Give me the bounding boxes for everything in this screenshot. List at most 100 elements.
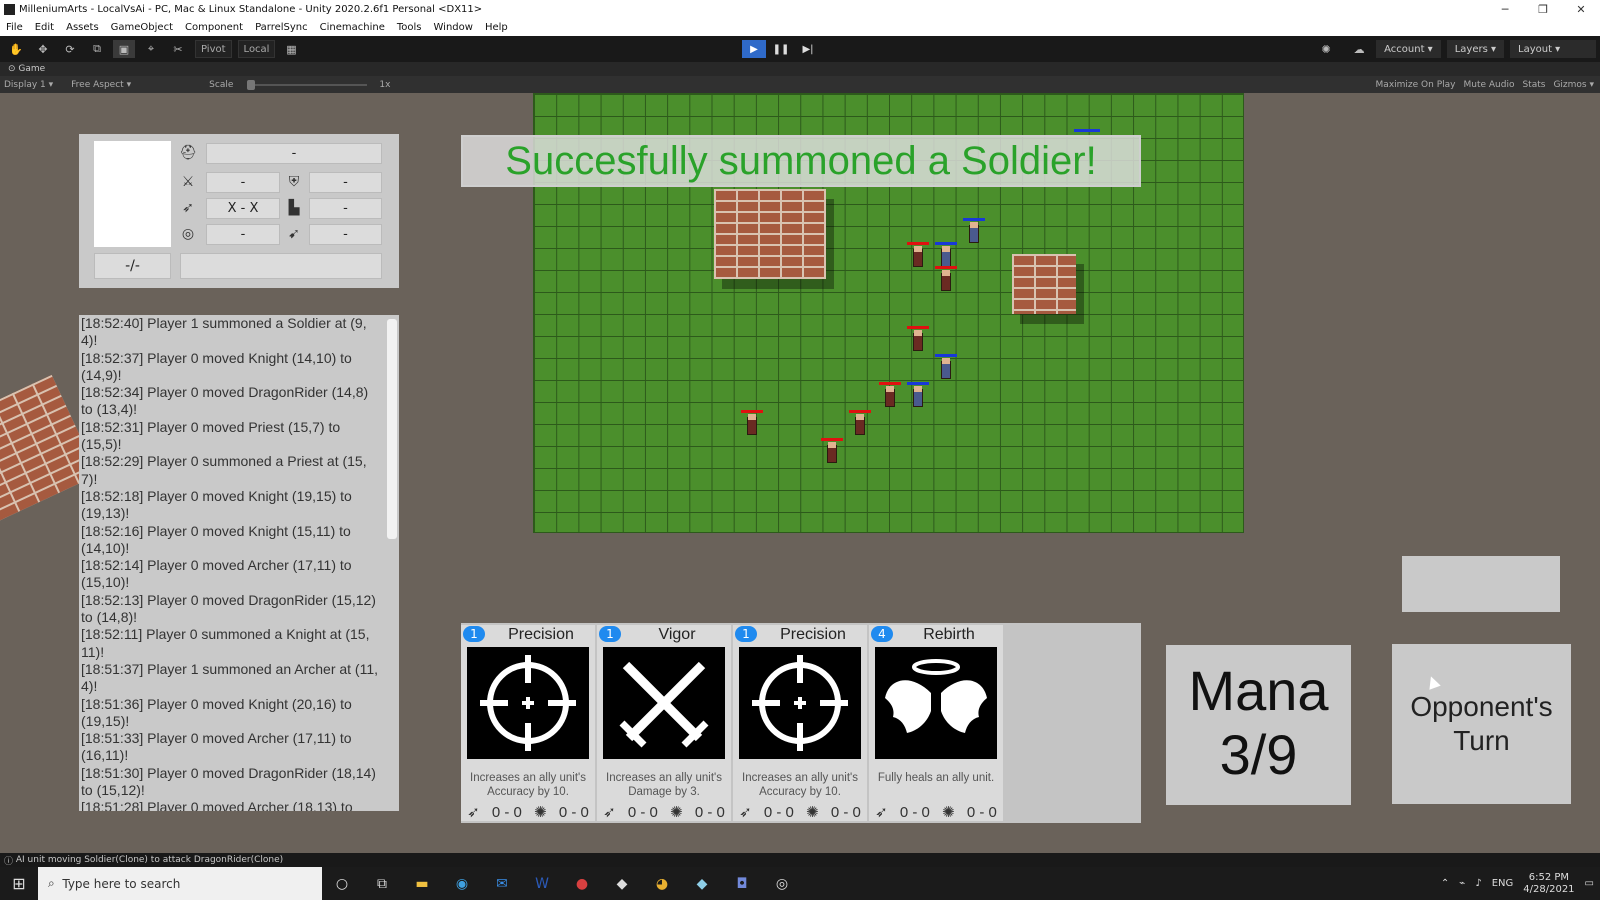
- maximize-button[interactable]: ❐: [1524, 0, 1562, 19]
- mana-display: Mana 3/9: [1166, 645, 1351, 805]
- github-icon[interactable]: ◎: [762, 867, 802, 900]
- cortana-icon[interactable]: ○: [322, 867, 362, 900]
- status-message: AI unit moving Soldier(Clone) to attack …: [15, 855, 284, 865]
- pivot-toggle[interactable]: Pivot: [195, 40, 232, 58]
- unit-priest[interactable]: [935, 242, 957, 268]
- unit-head: [914, 386, 922, 392]
- chrome-icon[interactable]: ◕: [642, 867, 682, 900]
- menu-parrelsync[interactable]: ParrelSync: [255, 22, 308, 33]
- maximize-on-play-toggle[interactable]: Maximize On Play: [1376, 80, 1456, 90]
- unity-icon[interactable]: ◆: [602, 867, 642, 900]
- mute-audio-toggle[interactable]: Mute Audio: [1463, 80, 1514, 90]
- menu-edit[interactable]: Edit: [35, 22, 54, 33]
- chevron-up-icon[interactable]: ⌃: [1441, 878, 1449, 889]
- gizmos-dropdown[interactable]: Gizmos ▾: [1553, 80, 1594, 90]
- system-tray: ⌃ ⌁ ♪ ENG 6:52 PM 4/28/2021 ▭: [1441, 867, 1594, 900]
- log-entry: [18:52:34] Player 0 moved DragonRider (1…: [81, 384, 369, 418]
- task-view-icon[interactable]: ⧉: [362, 867, 402, 900]
- display-dropdown[interactable]: Display 1 ▾: [4, 80, 53, 90]
- unit-health-bar: [935, 354, 957, 357]
- transform-tool-icon[interactable]: ⌖: [140, 40, 162, 58]
- card-stats: ➶ 0 - 0 ✺ 0 - 0: [597, 803, 731, 822]
- log-scrollbar[interactable]: [387, 319, 397, 539]
- volume-icon[interactable]: ♪: [1475, 878, 1481, 889]
- custom-tool-icon[interactable]: ✂: [167, 40, 189, 58]
- helmet-icon: ⛑: [179, 145, 197, 161]
- collab-icon[interactable]: ✺: [1315, 40, 1337, 58]
- unit-info-panel: ⛑ - ⚔ - ⛨ - ➶ X - X ▙ - ◎ - ➹ - -/-: [79, 134, 399, 288]
- menu-tools[interactable]: Tools: [397, 22, 422, 33]
- windows-start-icon[interactable]: ⊞: [0, 867, 38, 900]
- clock[interactable]: 6:52 PM 4/28/2021: [1523, 872, 1574, 896]
- rect-tool-icon[interactable]: ▣: [113, 40, 135, 58]
- unit-knight[interactable]: [963, 218, 985, 244]
- menu-window[interactable]: Window: [434, 22, 473, 33]
- language-indicator[interactable]: ENG: [1492, 878, 1514, 889]
- health-value: -/-: [94, 253, 171, 279]
- local-toggle[interactable]: Local: [237, 40, 276, 58]
- menu-cinemachine[interactable]: Cinemachine: [320, 22, 385, 33]
- account-dropdown[interactable]: Account ▾: [1376, 40, 1441, 58]
- event-log-panel[interactable]: [18:52:40] Player 1 summoned a Soldier a…: [79, 315, 399, 811]
- play-icon[interactable]: ▶: [742, 40, 766, 58]
- game-tab-icon: ⊙: [8, 64, 19, 74]
- close-button[interactable]: ✕: [1562, 0, 1600, 19]
- unit-soldier[interactable]: [849, 410, 871, 436]
- hand-tool-icon[interactable]: ✋: [5, 40, 27, 58]
- unit-archer[interactable]: [907, 326, 929, 352]
- runner-icon: ➹: [288, 226, 300, 242]
- pause-icon[interactable]: ❚❚: [769, 40, 793, 58]
- layout-dropdown[interactable]: Layout ▾: [1510, 40, 1596, 58]
- unit-health-bar: [1074, 129, 1100, 132]
- unit-head: [856, 414, 864, 420]
- action-button[interactable]: [1402, 556, 1560, 612]
- unit-dragonrider[interactable]: [907, 382, 929, 408]
- discord-icon[interactable]: ◘: [722, 867, 762, 900]
- layers-dropdown[interactable]: Layers ▾: [1446, 40, 1504, 58]
- network-icon[interactable]: ⌁: [1459, 878, 1465, 889]
- card-rebirth[interactable]: Rebirth 4 Fully heals an ally unit. ➶ 0 -…: [869, 625, 1003, 821]
- menu-component[interactable]: Component: [185, 22, 243, 33]
- card-precision[interactable]: Precision 1 Increases an ally unit's Acc…: [461, 625, 595, 821]
- menu-assets[interactable]: Assets: [66, 22, 99, 33]
- aspect-dropdown[interactable]: Free Aspect ▾: [71, 80, 191, 90]
- card-precision[interactable]: Precision 1 Increases an ally unit's Acc…: [733, 625, 867, 821]
- rotate-tool-icon[interactable]: ⟳: [59, 40, 81, 58]
- file-explorer-icon[interactable]: ▬: [402, 867, 442, 900]
- card-cost: 1: [599, 626, 621, 642]
- grid-snap-icon[interactable]: ▦: [280, 40, 302, 58]
- menu-help[interactable]: Help: [485, 22, 508, 33]
- recorder-icon[interactable]: ●: [562, 867, 602, 900]
- notes-icon[interactable]: ◆: [682, 867, 722, 900]
- step-icon[interactable]: ▶|: [796, 40, 820, 58]
- minimize-button[interactable]: ─: [1486, 0, 1524, 19]
- taskbar-search[interactable]: ⌕ Type here to search: [38, 867, 322, 900]
- unit-soldier[interactable]: [879, 382, 901, 408]
- unit-soldier[interactable]: [935, 266, 957, 292]
- bow-icon: ➶: [875, 804, 888, 821]
- edge-icon[interactable]: ◉: [442, 867, 482, 900]
- game-view-tab[interactable]: ⊙ Game: [0, 62, 1600, 76]
- unit-soldier[interactable]: [821, 438, 843, 464]
- scale-slider[interactable]: [247, 79, 368, 90]
- menu-file[interactable]: File: [6, 22, 23, 33]
- card-description: Fully heals an ally unit.: [877, 772, 995, 784]
- windows-taskbar: ⊞ ⌕ Type here to search ○ ⧉ ▬ ◉ ✉ W ● ◆ …: [0, 867, 1600, 900]
- mail-icon[interactable]: ✉: [482, 867, 522, 900]
- layers-label: Layers: [1454, 43, 1488, 55]
- end-turn-button[interactable]: Opponent's Turn: [1392, 644, 1571, 804]
- card-cost: 4: [871, 626, 893, 642]
- card-vigor[interactable]: Vigor 1 Increases an ally unit's Damage …: [597, 625, 731, 821]
- unit-soldier[interactable]: [907, 242, 929, 268]
- unit-health-bar: [849, 410, 871, 413]
- word-icon[interactable]: W: [522, 867, 562, 900]
- stats-toggle[interactable]: Stats: [1522, 80, 1545, 90]
- burst-icon: ✺: [670, 804, 683, 821]
- unit-priest[interactable]: [935, 354, 957, 380]
- notification-icon[interactable]: ▭: [1585, 878, 1594, 889]
- scale-tool-icon[interactable]: ⧉: [86, 40, 108, 58]
- unit-soldier[interactable]: [741, 410, 763, 436]
- move-tool-icon[interactable]: ✥: [32, 40, 54, 58]
- menu-gameobject[interactable]: GameObject: [111, 22, 173, 33]
- cloud-icon[interactable]: ☁: [1348, 40, 1370, 58]
